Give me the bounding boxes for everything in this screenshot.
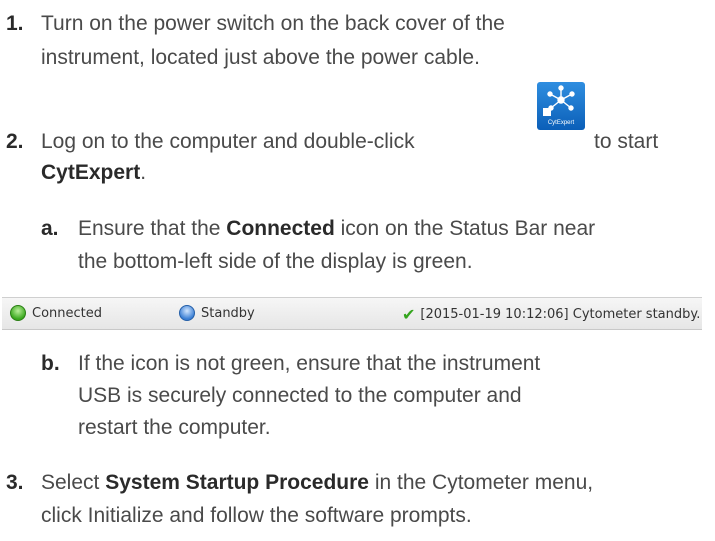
cytexpert-app-icon: CytExpert — [537, 82, 585, 130]
status-connected-label: Connected — [32, 305, 103, 321]
status-standby-label: Standby — [201, 305, 255, 321]
substep-letter: b. — [41, 352, 60, 375]
check-icon: ✔ — [402, 305, 416, 324]
step-number: 3. — [6, 471, 24, 494]
step-number: 2. — [6, 130, 24, 153]
status-connected: Connected — [10, 305, 102, 321]
status-standby: Standby — [179, 305, 255, 321]
status-bar: Connected Standby ✔ [2015-01-19 10:12:06… — [2, 297, 702, 330]
step-number: 1. — [6, 12, 24, 35]
step-text: CytExpert. — [41, 161, 147, 184]
app-icon-label: CytExpert — [547, 120, 575, 126]
substep-text: restart the computer. — [78, 416, 271, 439]
step-text: Log on to the computer and double-click — [41, 130, 415, 153]
substep-text: USB is securely connected to the compute… — [78, 384, 522, 407]
substep-letter: a. — [41, 217, 59, 240]
substep-text: the bottom-left side of the display is g… — [78, 250, 473, 273]
step-text: Select System Startup Procedure in the C… — [41, 471, 594, 494]
substep-text: Ensure that the Connected icon on the St… — [78, 217, 596, 240]
green-status-dot-icon — [10, 305, 26, 321]
status-message: ✔ [2015-01-19 10:12:06] Cytometer standb… — [402, 305, 700, 324]
status-message-text: [2015-01-19 10:12:06] Cytometer standby. — [420, 307, 701, 322]
step-text: to start — [594, 130, 659, 153]
step-text: click Initialize and follow the software… — [41, 504, 472, 527]
step-text: Turn on the power switch on the back cov… — [41, 12, 505, 35]
substep-text: If the icon is not green, ensure that th… — [78, 352, 541, 375]
blue-status-dot-icon — [179, 305, 195, 321]
step-text: instrument, located just above the power… — [41, 46, 480, 69]
